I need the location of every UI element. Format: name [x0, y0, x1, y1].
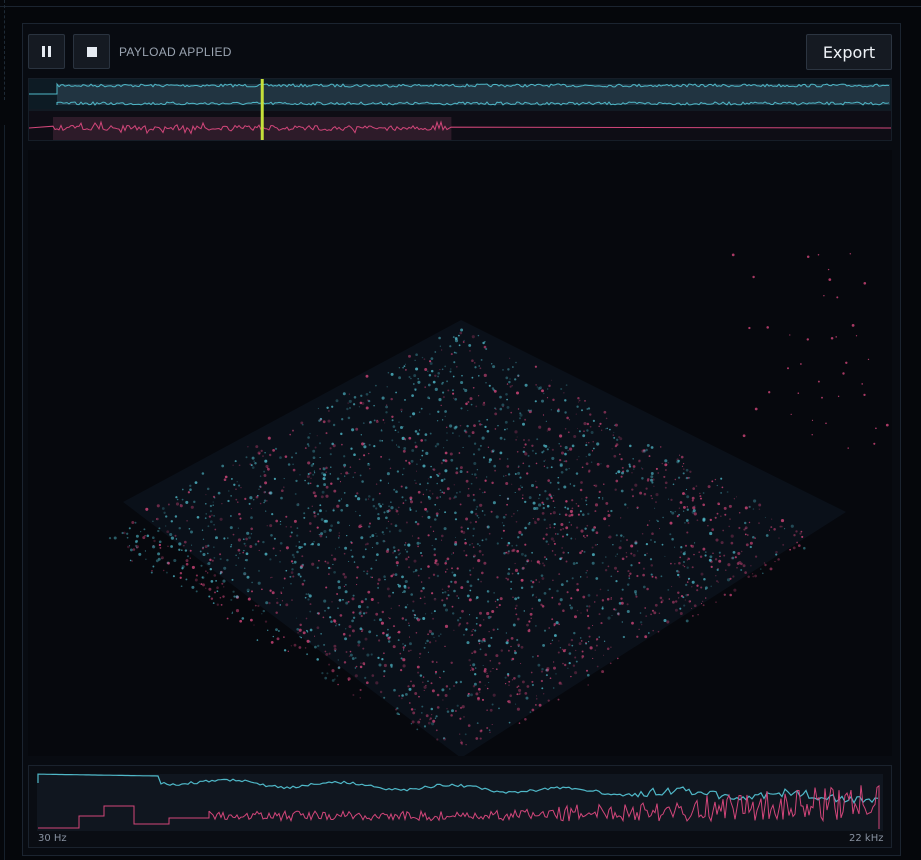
spectrum-graph: [37, 773, 883, 831]
pause-button[interactable]: [28, 34, 65, 69]
left-rail-lower: [0, 125, 5, 860]
track-2-fill: [53, 117, 452, 140]
waveform-tracks: [29, 79, 891, 140]
frequency-spectrum: [28, 765, 892, 848]
left-rail: [0, 0, 5, 100]
particle-field: [108, 253, 889, 756]
pause-icon: [42, 46, 51, 57]
export-button[interactable]: Export: [806, 34, 892, 70]
particle-visualization: [28, 150, 892, 756]
spectrum-min-label: 30 Hz: [38, 833, 67, 844]
status-label: PAYLOAD APPLIED: [119, 45, 232, 59]
playhead: [260, 79, 264, 140]
top-divider: [0, 0, 921, 7]
spectrum-max-label: 22 kHz: [849, 833, 884, 844]
ground-plane: [123, 320, 846, 756]
stop-button[interactable]: [73, 34, 110, 69]
stop-icon: [86, 46, 97, 57]
waveform-timeline[interactable]: [28, 78, 892, 141]
